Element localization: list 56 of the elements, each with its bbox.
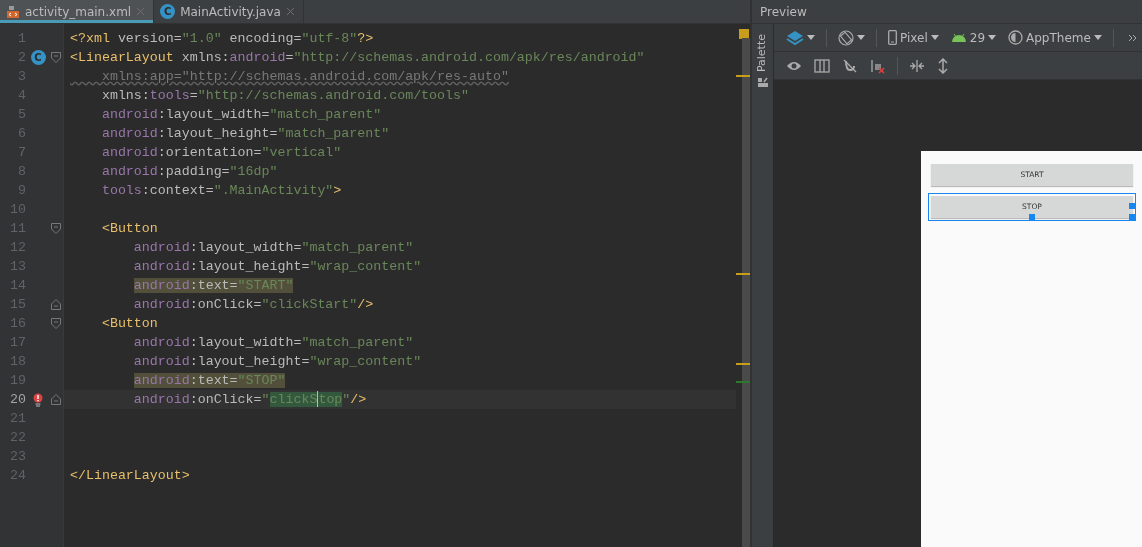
resize-handle[interactable] (1029, 214, 1035, 220)
overflow-icon[interactable] (1128, 33, 1138, 42)
inspection-indicator[interactable] (739, 29, 749, 39)
code-line: android:layout_width="match_parent" (132, 239, 414, 257)
api-level-dropdown[interactable]: 29 (946, 25, 1001, 50)
android-icon (950, 32, 967, 43)
fold-icon[interactable] (51, 394, 61, 405)
class-icon: C (160, 4, 176, 19)
fold-icon[interactable] (51, 223, 61, 234)
warning-marker[interactable] (736, 75, 750, 77)
layers-icon (786, 29, 804, 46)
device-dropdown[interactable]: Pixel (884, 25, 943, 50)
code-line: android:layout_height="match_parent" (100, 125, 390, 143)
code-line: android:layout_height="wrap_content" (132, 258, 422, 276)
fold-icon[interactable] (51, 52, 61, 63)
code-line: </LinearLayout> (70, 467, 190, 485)
close-icon[interactable] (285, 7, 295, 16)
code-line: android:onClick="clickStart"/> (132, 296, 374, 314)
code-line: xmlns:tools="http://schemas.android.com/tools" (100, 87, 469, 105)
file-tab[interactable]: activity_main.xml (0, 0, 155, 23)
error-bulb-icon[interactable] (33, 392, 43, 407)
scrollbar-track[interactable] (742, 38, 750, 547)
fold-icon[interactable] (51, 299, 61, 310)
code-line: tools:context=".MainActivity"> (100, 182, 342, 200)
xml-file-icon (6, 4, 20, 19)
code-line: android:onClick="clickStop"/> (132, 390, 367, 409)
code-line: android:layout_width="match_parent" (132, 334, 414, 352)
change-marker[interactable] (736, 381, 750, 383)
code-line: <Button (100, 315, 158, 333)
code-line: <LinearLayout xmlns:android="http://schemas.android.com/apk/res/android" (70, 49, 645, 67)
theme-dropdown[interactable]: AppTheme (1004, 25, 1106, 50)
class-icon: C (30, 50, 46, 65)
warning-marker[interactable] (736, 273, 750, 275)
caret-icon (930, 35, 939, 40)
line-number: 20 (9, 390, 26, 409)
rotate-icon (838, 29, 854, 46)
code-line: xmlns:app="http://schemas.android.com/apk/res-auto" (100, 68, 509, 86)
file-tab[interactable]: C MainActivity.java (154, 0, 304, 23)
code-line: android:orientation="vertical" (100, 144, 342, 162)
phone-icon (888, 30, 897, 45)
caret-icon (988, 35, 997, 40)
code-line: <Button (100, 220, 158, 238)
caret-icon (807, 35, 815, 40)
code-line: android:layout_width="match_parent" (100, 106, 382, 124)
close-icon[interactable] (136, 7, 146, 16)
warning-marker[interactable] (736, 363, 750, 365)
code-line: android:layout_height="wrap_content" (132, 353, 422, 371)
caret-icon (857, 35, 865, 40)
theme-icon (1008, 30, 1024, 45)
panel-title: Preview (760, 3, 807, 21)
caret-icon (1093, 35, 1102, 40)
palette-icon (756, 76, 769, 89)
palette-tab[interactable]: Palette (754, 34, 771, 73)
code-line: android:padding="16dp" (100, 163, 278, 181)
code-line: <?xml version="1.0" encoding="utf-8"?> (70, 30, 374, 48)
fold-icon[interactable] (51, 318, 61, 329)
